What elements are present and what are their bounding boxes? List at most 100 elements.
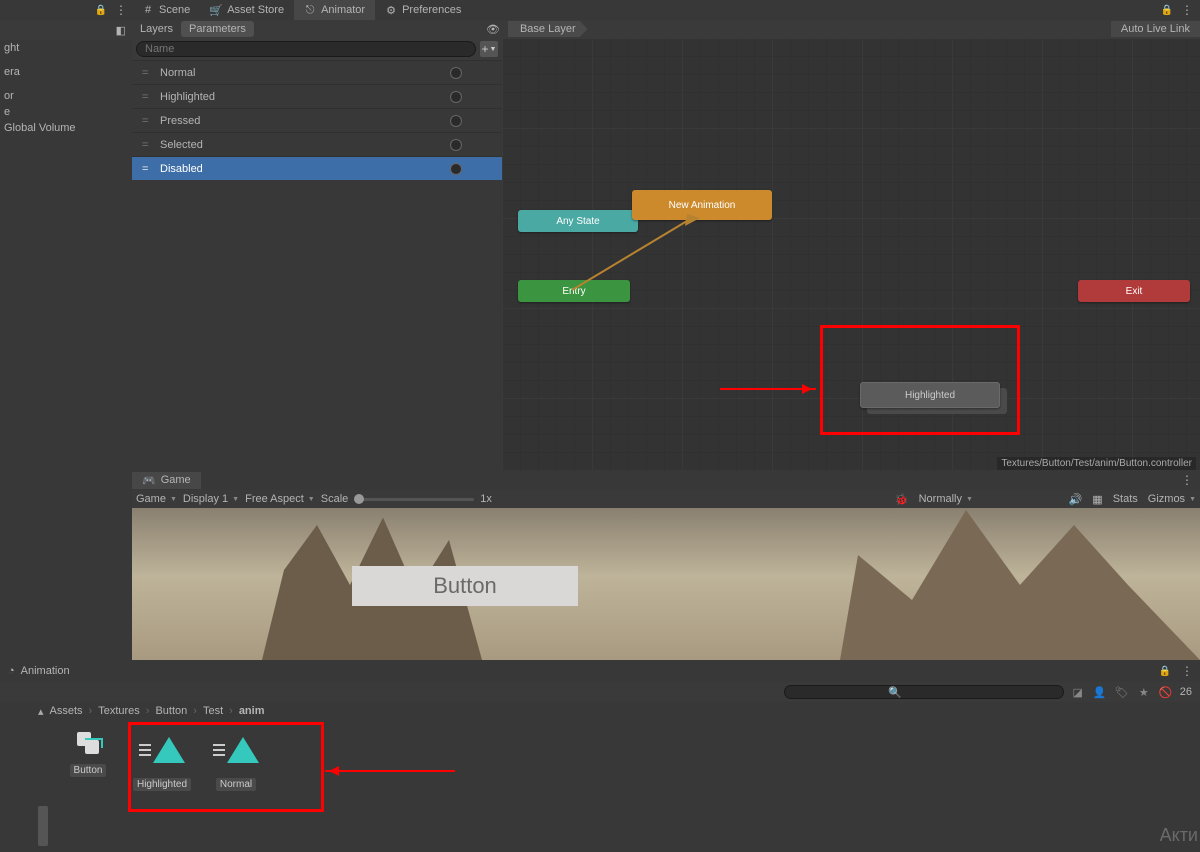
parameter-list: =Normal =Highlighted =Pressed =Selected … [132, 60, 502, 180]
menu-icon[interactable]: ⋮ [1181, 664, 1192, 678]
scale-value: 1x [480, 493, 492, 505]
filter-label-icon[interactable]: 🏷 [1114, 685, 1130, 699]
trigger-toggle[interactable] [450, 115, 462, 127]
drag-handle-icon[interactable]: = [142, 67, 152, 79]
vsync-dropdown[interactable]: Normally [919, 493, 1059, 505]
hierarchy-item[interactable]: Global Volume [0, 120, 132, 136]
path-segment[interactable]: Test [203, 705, 223, 717]
trigger-toggle[interactable] [450, 91, 462, 103]
add-parameter-button[interactable]: +▼ [480, 41, 498, 57]
path-segment-current[interactable]: anim [239, 705, 265, 717]
hidden-icon[interactable]: 🚫 [1158, 685, 1174, 699]
tab-label: Asset Store [227, 4, 284, 16]
bug-icon[interactable]: 🐞 [895, 493, 909, 506]
parameter-row[interactable]: = Disabled [132, 156, 502, 180]
controller-path-label: Textures/Button/Test/anim/Button.control… [997, 457, 1196, 470]
terrain-rock [840, 510, 1200, 660]
project-search-input[interactable] [784, 685, 1064, 699]
trigger-toggle[interactable] [450, 139, 462, 151]
game-icon: 🎮 [142, 474, 156, 487]
drag-handle-icon[interactable]: = [142, 115, 152, 127]
hierarchy-item[interactable]: era [0, 64, 132, 80]
parameter-row[interactable]: = Normal [132, 60, 502, 84]
annotation-box [128, 722, 324, 812]
game-mode-dropdown[interactable]: Game [136, 493, 177, 505]
lock-icon[interactable]: 🔒 [1159, 666, 1171, 677]
path-segment[interactable]: Button [155, 705, 187, 717]
path-segment[interactable]: Textures [98, 705, 140, 717]
hierarchy-item[interactable]: or [0, 88, 132, 104]
path-segment[interactable]: Assets [50, 705, 83, 717]
game-toolbar: Game Display 1 Free Aspect Scale 1x 🐞 No… [132, 490, 1200, 508]
asset-controller[interactable]: Button [56, 726, 120, 818]
aspect-dropdown[interactable]: Free Aspect [245, 493, 315, 505]
ui-button[interactable]: Button [352, 566, 578, 606]
scale-label: Scale [321, 493, 349, 505]
drag-handle-icon[interactable]: = [142, 91, 152, 103]
cart-icon: 🛒 [210, 4, 222, 16]
trigger-toggle[interactable] [450, 163, 462, 175]
parameter-row[interactable]: =Selected [132, 132, 502, 156]
lock-icon[interactable]: 🔒 [95, 5, 107, 16]
favorite-icon[interactable]: ★ [1136, 685, 1152, 699]
parameters-tab[interactable]: Parameters [181, 21, 254, 37]
layer-breadcrumb[interactable]: Base Layer [508, 21, 588, 37]
tab-game[interactable]: 🎮Game [132, 472, 201, 489]
tab-scene[interactable]: #Scene [132, 0, 200, 20]
project-breadcrumb[interactable]: ▴ Assets› Textures› Button› Test› anim [52, 702, 1200, 720]
menu-icon[interactable]: ⋮ [115, 3, 126, 17]
tab-asset-store[interactable]: 🛒 Asset Store [200, 0, 294, 20]
any-state-node[interactable]: Any State [518, 210, 638, 232]
slider-thumb[interactable] [354, 494, 364, 504]
tab-preferences[interactable]: ⚙Preferences [375, 0, 471, 20]
drag-handle-icon[interactable]: = [142, 163, 152, 175]
parameter-name: Disabled [160, 163, 203, 175]
entry-node[interactable]: Entry [518, 280, 630, 302]
asset-label: Button [70, 764, 107, 777]
hierarchy-toolbar: ◧ [0, 20, 132, 40]
parameter-search-input[interactable] [136, 41, 476, 57]
menu-icon[interactable]: ⋮ [1181, 473, 1200, 487]
game-view: Button [132, 508, 1200, 660]
tab-label: Scene [159, 4, 190, 16]
parameter-name: Normal [160, 67, 195, 79]
hierarchy-header: 🔒 ⋮ [0, 0, 132, 20]
hierarchy-collapse-icon[interactable]: ◧ [116, 24, 126, 37]
animator-breadcrumb-bar: 👁 Base Layer Auto Live Link [502, 20, 1200, 38]
filter-type-icon[interactable]: 👤 [1092, 685, 1108, 699]
lock-icon[interactable]: 🔒 [1161, 5, 1173, 16]
audio-icon[interactable]: 🔊 [1069, 493, 1083, 506]
stats-button[interactable]: Stats [1113, 493, 1138, 505]
annotation-arrow [325, 770, 455, 772]
parameter-row[interactable]: = Pressed [132, 108, 502, 132]
parameter-row[interactable]: = Highlighted [132, 84, 502, 108]
visibility-icon[interactable]: 👁 [486, 23, 500, 36]
gizmos-dropdown[interactable]: Gizmos [1148, 493, 1196, 505]
filter-icon[interactable]: ◪ [1070, 685, 1086, 699]
hierarchy-item[interactable]: ght [0, 40, 132, 56]
hidden-count: 26 [1180, 686, 1192, 698]
tab-animator[interactable]: ⎋Animator [294, 0, 375, 20]
tab-label: Preferences [402, 4, 461, 16]
scale-slider[interactable] [354, 498, 474, 501]
clock-icon: ◔ [8, 665, 15, 677]
plus-icon: + [482, 42, 489, 56]
drag-handle-icon[interactable]: = [142, 139, 152, 151]
display-icon[interactable]: ▦ [1092, 493, 1102, 506]
project-scrollbar[interactable] [38, 806, 48, 846]
menu-icon[interactable]: ⋮ [1181, 3, 1192, 17]
animation-panel-title[interactable]: Animation [21, 665, 70, 677]
display-dropdown[interactable]: Display 1 [183, 493, 239, 505]
hierarchy-item[interactable]: e [0, 104, 132, 120]
default-state-node[interactable]: New Animation [632, 190, 772, 220]
parameter-name: Pressed [160, 115, 200, 127]
annotation-arrow [720, 388, 816, 390]
annotation-box [820, 325, 1020, 435]
exit-node[interactable]: Exit [1078, 280, 1190, 302]
parameter-name: Highlighted [160, 91, 215, 103]
collapse-icon[interactable]: ▴ [38, 705, 44, 718]
trigger-toggle[interactable] [450, 67, 462, 79]
layers-tab[interactable]: Layers [132, 21, 181, 37]
editor-tabs: #Scene 🛒 Asset Store ⎋Animator ⚙Preferenc… [132, 0, 1200, 20]
auto-live-link-button[interactable]: Auto Live Link [1111, 21, 1200, 37]
